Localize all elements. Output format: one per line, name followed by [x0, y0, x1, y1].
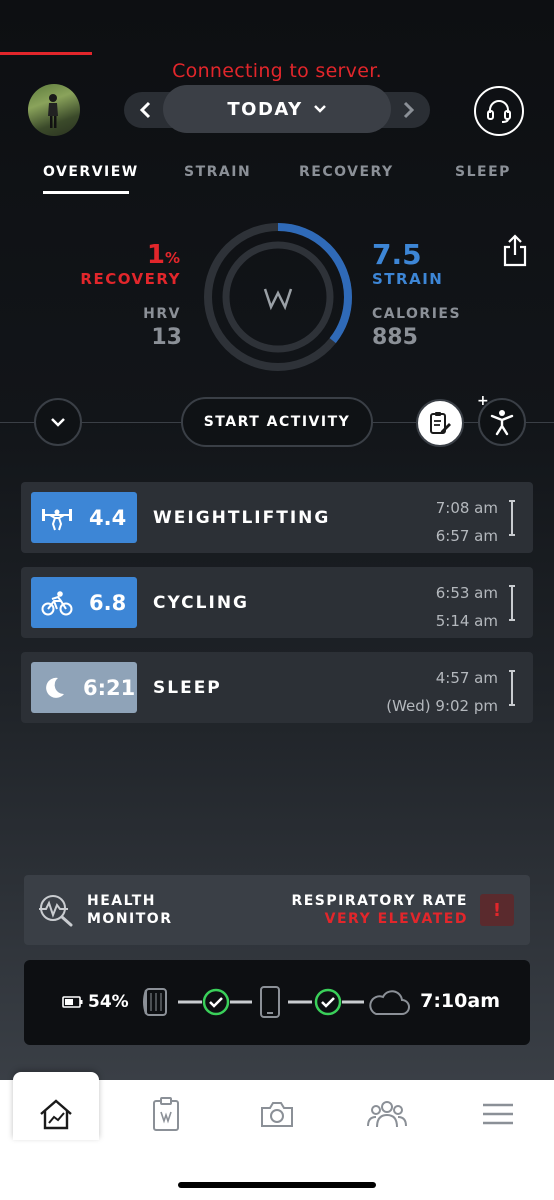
whoop-logo-icon [263, 288, 293, 311]
moon-icon [46, 677, 64, 698]
activity-start-time: 6:57 am [435, 527, 498, 545]
battery-level: 54% [88, 992, 129, 1012]
activity-name: SLEEP [153, 678, 222, 698]
body-icon [490, 410, 514, 436]
calories-label: CALORIES [372, 306, 462, 322]
activity-timeline [509, 585, 515, 621]
next-day-button[interactable] [396, 98, 420, 122]
calories-value: 885 [372, 325, 418, 350]
strength-trainer-button[interactable] [478, 398, 526, 446]
alert-badge: ! [480, 894, 514, 926]
nav-camera[interactable] [257, 1096, 297, 1132]
activity-start-time: (Wed) 9:02 pm [386, 697, 498, 715]
strain-label: STRAIN [372, 270, 444, 288]
respiratory-rate-status: RESPIRATORY RATE VERY ELEVATED [291, 892, 468, 928]
activity-card-sleep[interactable]: 6:21 SLEEP 4:57 am (Wed) 9:02 pm [21, 652, 533, 723]
tab-strain[interactable]: STRAIN [184, 164, 251, 180]
nav-community[interactable] [367, 1096, 407, 1132]
chevron-down-icon [313, 105, 326, 113]
weightlifting-icon [42, 508, 72, 530]
clipboard-edit-icon [430, 412, 451, 434]
activity-times: 7:08 am 6:57 am [436, 494, 498, 550]
support-button[interactable] [474, 86, 524, 136]
sync-chain [143, 986, 410, 1018]
check-icon [314, 988, 342, 1016]
nav-home[interactable] [36, 1096, 76, 1132]
hrv-value: 13 [151, 325, 182, 350]
headset-icon [487, 100, 511, 123]
camera-icon [261, 1102, 293, 1127]
home-indicator [178, 1182, 376, 1188]
previous-day-button[interactable] [134, 98, 158, 122]
community-icon [367, 1101, 407, 1128]
activity-card-weightlifting[interactable]: 4.4 WEIGHTLIFTING 7:08 am 6:57 am [21, 482, 533, 553]
tab-recovery[interactable]: RECOVERY [299, 164, 394, 180]
activity-timeline [509, 670, 515, 706]
nav-journal[interactable] [146, 1096, 186, 1132]
check-icon [202, 988, 230, 1016]
active-tab-indicator [43, 191, 129, 194]
chevron-left-icon [139, 101, 151, 119]
battery-icon [62, 996, 83, 1008]
chevron-down-icon [51, 418, 65, 427]
cycling-icon [41, 590, 73, 615]
activity-name: CYCLING [153, 593, 249, 613]
avatar-photo [48, 94, 58, 128]
start-activity-button[interactable]: START ACTIVITY [181, 397, 373, 447]
activity-start-time: 5:14 am [435, 612, 498, 630]
cloud-icon [369, 990, 410, 1015]
metric-label: RESPIRATORY RATE [291, 893, 468, 909]
date-selector[interactable]: TODAY [163, 85, 391, 133]
date-label: TODAY [227, 98, 303, 120]
hrv-label: HRV [143, 306, 181, 322]
tab-sleep[interactable]: SLEEP [455, 164, 511, 180]
section-tabs: OVERVIEW STRAIN RECOVERY SLEEP [0, 160, 554, 196]
metric-status: VERY ELEVATED [324, 911, 468, 927]
sleep-duration: 6:21 [83, 675, 136, 700]
strain-ring [204, 223, 352, 371]
expand-button[interactable] [34, 398, 82, 446]
journal-button[interactable] [416, 399, 464, 447]
home-trend-icon [40, 1099, 72, 1130]
tab-overview[interactable]: OVERVIEW [43, 164, 139, 180]
chevron-right-icon [403, 101, 415, 119]
health-monitor-icon [39, 895, 73, 927]
connection-progress-bar [0, 52, 92, 55]
strain-dial[interactable] [202, 221, 354, 373]
share-icon[interactable] [501, 233, 529, 267]
activity-badge: 4.4 [31, 492, 137, 543]
avatar[interactable] [28, 84, 80, 136]
activity-strain: 4.4 [89, 505, 127, 530]
menu-icon [483, 1103, 513, 1125]
strap-icon [143, 988, 167, 1016]
activity-end-time: 7:08 am [435, 499, 498, 517]
activity-badge: 6.8 [31, 577, 137, 628]
activity-badge: 6:21 [31, 662, 137, 713]
sync-status-card[interactable]: 54% 7:10am [24, 960, 530, 1045]
phone-icon [260, 986, 280, 1018]
activity-strain: 6.8 [89, 590, 127, 615]
activity-end-time: 4:57 am [435, 669, 498, 687]
strain-value: 7.5 [372, 238, 422, 271]
last-sync-time: 7:10am [420, 990, 500, 1012]
journal-icon [153, 1097, 179, 1131]
connection-status: Connecting to server. [172, 60, 382, 82]
nav-menu[interactable] [478, 1096, 518, 1132]
health-monitor-title: HEALTH MONITOR [87, 893, 173, 927]
activity-card-cycling[interactable]: 6.8 CYCLING 6:53 am 5:14 am [21, 567, 533, 638]
recovery-label: RECOVERY [80, 270, 181, 288]
activity-times: 6:53 am 5:14 am [436, 579, 498, 635]
battery-status: 54% [62, 992, 129, 1012]
health-monitor-card[interactable]: HEALTH MONITOR RESPIRATORY RATE VERY ELE… [24, 875, 530, 945]
activity-timeline [509, 500, 515, 536]
activity-end-time: 6:53 am [435, 584, 498, 602]
recovery-value: 1% [146, 240, 180, 270]
activity-name: WEIGHTLIFTING [153, 508, 331, 528]
activity-times: 4:57 am (Wed) 9:02 pm [386, 664, 498, 720]
